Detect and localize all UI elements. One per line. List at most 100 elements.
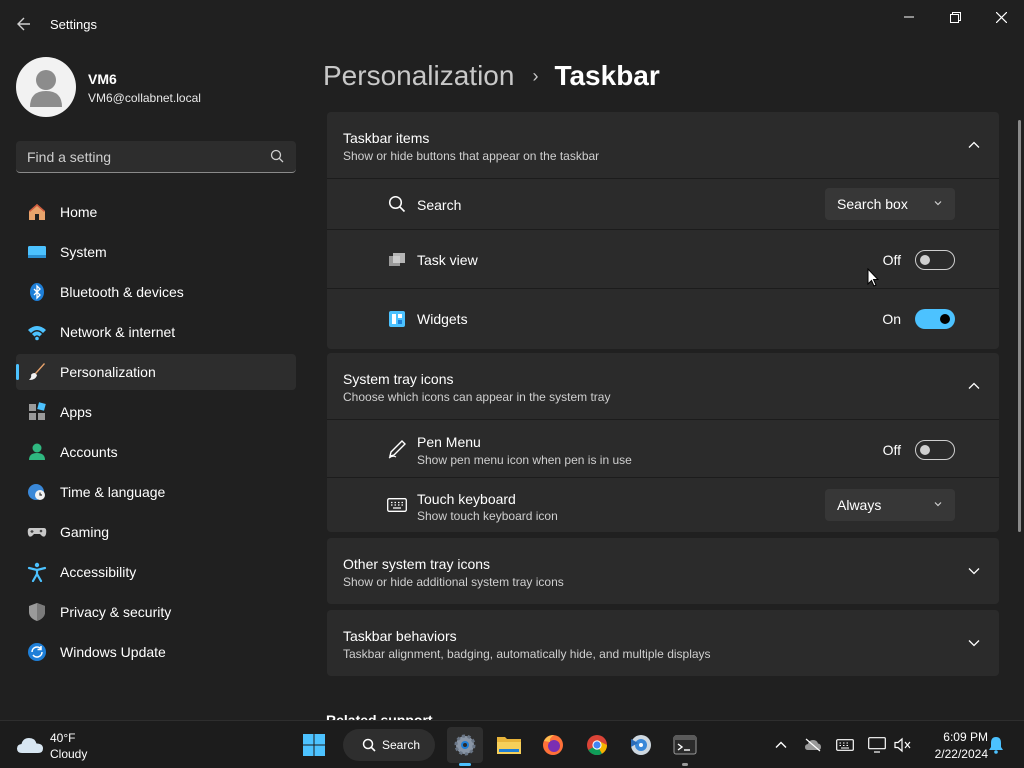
widgets-toggle[interactable] — [915, 309, 955, 329]
onedrive-icon — [805, 738, 821, 752]
taskbar-search-button[interactable]: Search — [343, 729, 435, 761]
taskbar-file-explorer[interactable] — [491, 727, 527, 763]
app-title: Settings — [50, 17, 97, 32]
sidebar-item-gaming[interactable]: Gaming — [16, 514, 296, 550]
sidebar-item-system[interactable]: System — [16, 234, 296, 270]
breadcrumb-separator: › — [532, 65, 539, 86]
weather-condition: Cloudy — [50, 747, 88, 761]
tray-display[interactable] — [867, 735, 887, 755]
keyboard-icon — [387, 495, 407, 515]
show-hidden-icons-button[interactable] — [771, 735, 791, 755]
chevron-up-icon[interactable] — [967, 138, 981, 152]
clock-time: 6:09 PM — [943, 730, 988, 744]
taskbar-firefox[interactable] — [535, 727, 571, 763]
file-explorer-icon — [497, 737, 521, 754]
taskbar-chrome[interactable] — [579, 727, 615, 763]
notification-bell-icon — [989, 737, 1003, 754]
search-icon — [270, 149, 284, 163]
restore-button[interactable] — [935, 6, 975, 28]
sidebar-item-home[interactable]: Home — [16, 194, 296, 230]
tray-keyboard[interactable] — [835, 735, 855, 755]
section-subtitle: Taskbar alignment, badging, automaticall… — [343, 647, 711, 661]
taskbar: 40°F Cloudy Search 6:09 PM 2/22/2024 — [0, 720, 1024, 768]
accounts-icon — [26, 441, 48, 463]
profile-email: VM6@collabnet.local — [88, 91, 201, 105]
notification-center-button[interactable] — [986, 735, 1006, 755]
task-view-label: Task view — [417, 252, 478, 268]
breadcrumb-parent[interactable]: Personalization — [323, 60, 514, 92]
toggle-state-label: On — [882, 311, 901, 327]
pen-icon — [387, 439, 407, 459]
taskbar-items-card: Taskbar items Show or hide buttons that … — [327, 112, 999, 349]
section-subtitle: Show or hide buttons that appear on the … — [343, 149, 600, 163]
task-view-icon — [387, 250, 407, 270]
display-icon — [868, 737, 886, 753]
back-button[interactable] — [14, 14, 34, 34]
globe-clock-icon — [26, 481, 48, 503]
sidebar-item-personalization[interactable]: Personalization — [16, 354, 296, 390]
system-tray-header[interactable]: System tray icons Choose which icons can… — [327, 353, 999, 419]
other-tray-header[interactable]: Other system tray icons Show or hide add… — [327, 538, 999, 604]
user-profile[interactable]: VM6 VM6@collabnet.local — [16, 57, 296, 117]
tray-volume[interactable] — [893, 735, 913, 755]
running-app-indicator — [682, 763, 688, 766]
search-mode-dropdown[interactable]: Search box — [825, 188, 955, 220]
mouse-cursor-icon — [867, 268, 879, 287]
wifi-icon — [26, 321, 48, 343]
task-view-toggle[interactable] — [915, 250, 955, 270]
vertical-scrollbar[interactable] — [1018, 120, 1021, 532]
chevron-down-icon — [934, 201, 942, 206]
close-button[interactable] — [981, 6, 1021, 28]
chrome-icon — [587, 735, 608, 756]
search-input[interactable]: Find a setting — [16, 141, 296, 173]
clock-date: 2/22/2024 — [934, 747, 988, 761]
task-view-toggle-group: Off — [883, 249, 955, 271]
touch-keyboard-dropdown[interactable]: Always — [825, 489, 955, 521]
behaviors-card[interactable]: Taskbar behaviors Taskbar alignment, bad… — [327, 610, 999, 676]
widgets-icon — [387, 309, 407, 329]
sidebar-item-windows-update[interactable]: Windows Update — [16, 634, 296, 670]
sidebar-item-accounts[interactable]: Accounts — [16, 434, 296, 470]
touch-keyboard-description: Show touch keyboard icon — [417, 509, 558, 523]
weather-temperature: 40°F — [50, 731, 76, 745]
sidebar-item-privacy-security[interactable]: Privacy & security — [16, 594, 296, 630]
system-icon — [26, 241, 48, 263]
widgets-row: Widgets On — [327, 288, 999, 347]
sidebar-item-network[interactable]: Network & internet — [16, 314, 296, 350]
taskbar-settings-app[interactable] — [447, 727, 483, 763]
speaker-icon — [894, 737, 911, 753]
sidebar-item-accessibility[interactable]: Accessibility — [16, 554, 296, 590]
pen-menu-toggle[interactable] — [915, 440, 955, 460]
widgets-label: Widgets — [417, 311, 468, 327]
taskbar-clock[interactable]: 6:09 PM 2/22/2024 — [918, 730, 988, 761]
active-app-indicator — [459, 763, 471, 766]
taskbar-terminal[interactable] — [667, 727, 703, 763]
user-silhouette-icon — [30, 70, 62, 107]
tray-onedrive[interactable] — [803, 735, 823, 755]
chevron-up-icon[interactable] — [967, 379, 981, 393]
sidebar-item-apps[interactable]: Apps — [16, 394, 296, 430]
chevron-down-icon — [934, 502, 942, 507]
home-icon — [26, 201, 48, 223]
avatar — [16, 57, 76, 117]
taskbar-items-header[interactable]: Taskbar items Show or hide buttons that … — [327, 112, 999, 178]
other-tray-card[interactable]: Other system tray icons Show or hide add… — [327, 538, 999, 604]
search-icon — [387, 194, 407, 214]
start-button[interactable] — [296, 727, 332, 763]
sidebar-item-time-language[interactable]: Time & language — [16, 474, 296, 510]
section-title: Taskbar behaviors — [343, 628, 457, 644]
pen-menu-label: Pen Menu — [417, 434, 481, 450]
section-title: System tray icons — [343, 371, 454, 387]
behaviors-header[interactable]: Taskbar behaviors Taskbar alignment, bad… — [327, 610, 999, 676]
keyboard-icon — [836, 739, 854, 751]
taskbar-media-app[interactable] — [623, 727, 659, 763]
minimize-button[interactable] — [889, 6, 929, 28]
media-icon — [631, 735, 651, 755]
start-icon — [303, 734, 325, 756]
sidebar-item-bluetooth[interactable]: Bluetooth & devices — [16, 274, 296, 310]
section-title: Taskbar items — [343, 130, 430, 146]
toggle-state-label: Off — [882, 442, 901, 458]
chevron-down-icon[interactable] — [967, 636, 981, 650]
system-tray-card: System tray icons Choose which icons can… — [327, 353, 999, 532]
chevron-down-icon[interactable] — [967, 564, 981, 578]
